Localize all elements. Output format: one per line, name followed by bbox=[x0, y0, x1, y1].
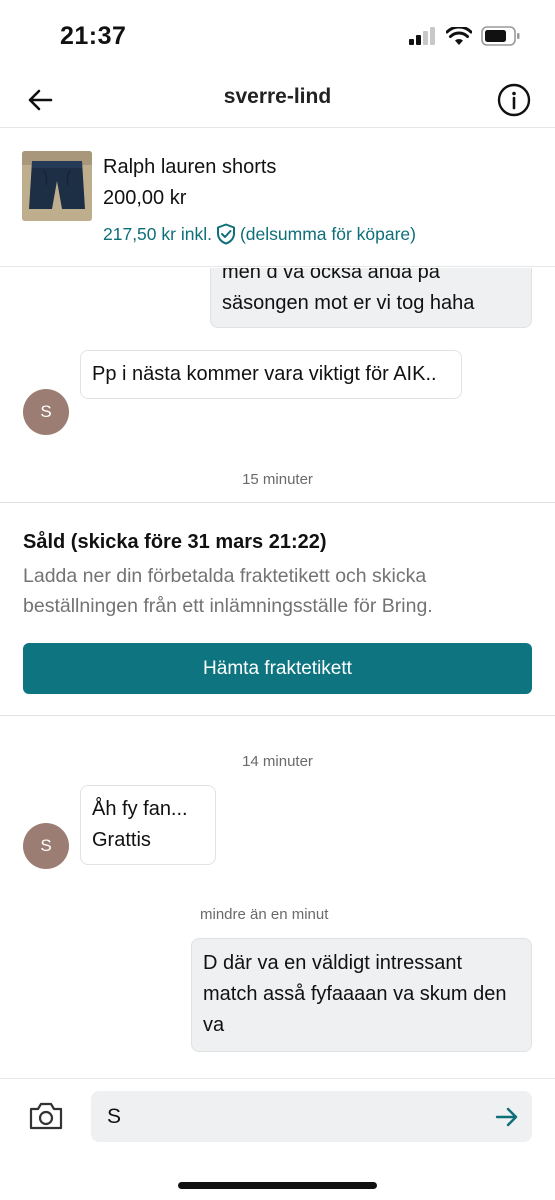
message-list[interactable]: men d va också ända på säsongen mot er v… bbox=[0, 268, 555, 1078]
message-text: men d va också ända på bbox=[222, 268, 440, 283]
signal-icon bbox=[409, 27, 435, 45]
item-title: Ralph lauren shorts bbox=[103, 156, 277, 178]
timestamp: mindre än en minut bbox=[200, 906, 329, 923]
conversation-header: sverre-lind bbox=[0, 72, 555, 128]
incoming-message: Åh fy fan... Grattis bbox=[80, 785, 216, 865]
wifi-icon bbox=[446, 26, 472, 45]
outgoing-message: men d va också ända på säsongen mot er v… bbox=[210, 268, 532, 328]
avatar[interactable]: S bbox=[23, 389, 69, 435]
battery-icon bbox=[481, 26, 520, 46]
avatar[interactable]: S bbox=[23, 823, 69, 869]
sold-notice: Såld (skicka före 31 mars 21:22) Ladda n… bbox=[0, 502, 555, 716]
info-icon[interactable] bbox=[497, 83, 531, 117]
send-arrow-icon[interactable] bbox=[495, 1105, 519, 1129]
message-text: Pp i nästa kommer vara viktigt för AIK.. bbox=[92, 363, 437, 385]
message-text: Åh fy fan... bbox=[92, 798, 188, 820]
message-composer bbox=[0, 1078, 555, 1200]
message-text: Grattis bbox=[92, 829, 151, 851]
timestamp: 15 minuter bbox=[242, 471, 313, 488]
status-time: 21:37 bbox=[60, 22, 127, 50]
get-shipping-label-button[interactable]: Hämta fraktetikett bbox=[23, 643, 532, 694]
home-indicator bbox=[178, 1182, 377, 1189]
conversation-title: sverre-lind bbox=[223, 85, 332, 108]
message-text: D där va en väldigt intressant match ass… bbox=[203, 952, 507, 1036]
timestamp: 14 minuter bbox=[242, 753, 313, 770]
status-icons bbox=[409, 26, 521, 46]
sold-description: Ladda ner din förbetalda fraktetikett oc… bbox=[23, 565, 433, 617]
item-card[interactable]: Ralph lauren shorts 200,00 kr 217,50 kr … bbox=[0, 129, 555, 267]
camera-icon[interactable] bbox=[28, 1101, 64, 1131]
buyer-price-line[interactable]: 217,50 kr inkl. (delsumma för köpare) bbox=[103, 223, 416, 245]
outgoing-message: D där va en väldigt intressant match ass… bbox=[191, 938, 532, 1052]
message-input[interactable] bbox=[91, 1091, 532, 1142]
shield-check-icon bbox=[216, 223, 235, 245]
item-price: 200,00 kr bbox=[103, 187, 187, 209]
message-text: säsongen mot er vi tog haha bbox=[222, 292, 475, 314]
status-bar: 21:37 bbox=[0, 0, 555, 72]
sold-title: Såld (skicka före 31 mars 21:22) bbox=[23, 531, 327, 553]
item-thumbnail[interactable] bbox=[22, 151, 92, 221]
buyer-price-note: (delsumma för köpare) bbox=[239, 223, 416, 244]
shorts-image bbox=[22, 151, 92, 221]
buyer-price: 217,50 kr inkl. bbox=[103, 223, 212, 244]
incoming-message: Pp i nästa kommer vara viktigt för AIK.. bbox=[80, 350, 462, 399]
